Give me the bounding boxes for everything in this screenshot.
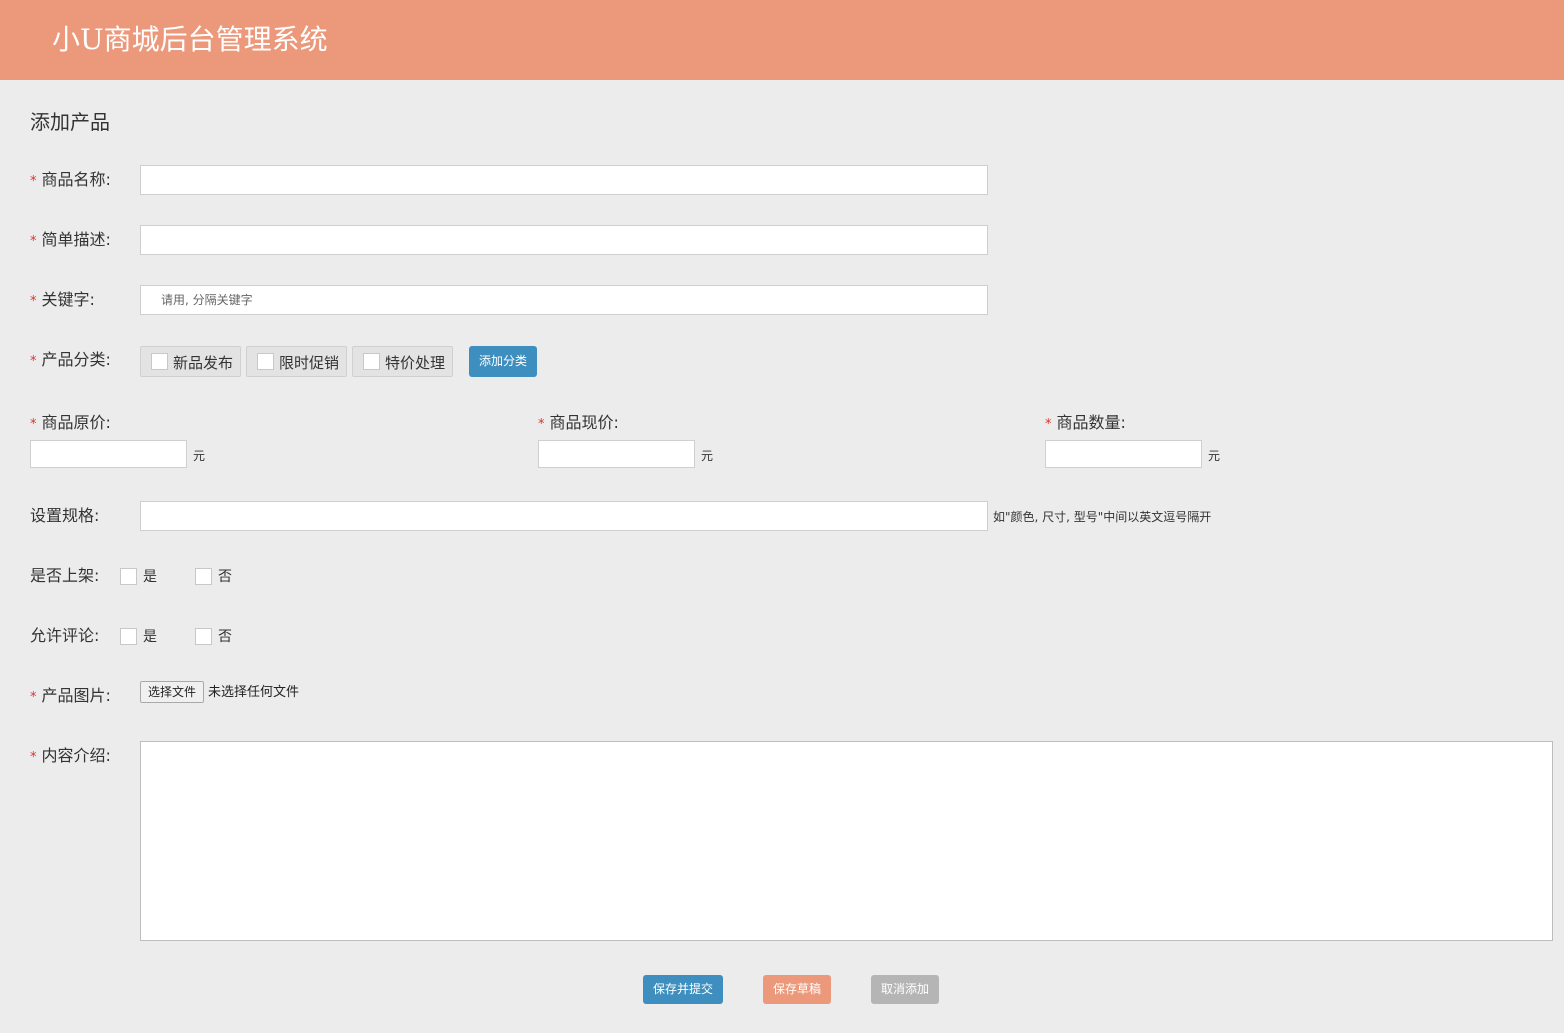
spec-hint: 如"颜色, 尺寸, 型号"中间以英文逗号隔开 bbox=[993, 510, 1212, 524]
current-price-label: * 商品现价: bbox=[538, 413, 619, 432]
page-title: 添加产品 bbox=[30, 110, 110, 134]
current-price-input[interactable] bbox=[538, 440, 695, 468]
comments-label: 允许评论: bbox=[30, 626, 100, 645]
product-name-label: * 商品名称: bbox=[30, 170, 111, 189]
listed-no-checkbox[interactable] bbox=[195, 568, 212, 585]
quantity-input[interactable] bbox=[1045, 440, 1202, 468]
content-label: * 内容介绍: bbox=[30, 746, 111, 765]
product-image-label: * 产品图片: bbox=[30, 686, 111, 705]
add-category-button[interactable]: 添加分类 bbox=[469, 346, 537, 377]
cancel-add-button[interactable]: 取消添加 bbox=[871, 975, 939, 1004]
original-price-input[interactable] bbox=[30, 440, 187, 468]
listed-label: 是否上架: bbox=[30, 566, 100, 585]
required-mark: * bbox=[30, 417, 37, 432]
spec-input[interactable] bbox=[140, 501, 988, 531]
category-option-new[interactable]: 新品发布 bbox=[140, 346, 241, 377]
required-mark: * bbox=[1045, 417, 1052, 432]
category-option-label: 新品发布 bbox=[173, 354, 234, 372]
keywords-input[interactable] bbox=[140, 285, 988, 315]
currency-unit: 元 bbox=[1208, 449, 1221, 463]
keywords-label: * 关键字: bbox=[30, 290, 95, 309]
listed-yes-label: 是 bbox=[143, 569, 157, 585]
app-title: 小U商城后台管理系统 bbox=[52, 23, 328, 56]
category-label: * 产品分类: bbox=[30, 350, 111, 369]
category-option-promo[interactable]: 限时促销 bbox=[246, 346, 347, 377]
file-status-text: 未选择任何文件 bbox=[208, 685, 300, 700]
quantity-label: * 商品数量: bbox=[1045, 413, 1126, 432]
content-textarea[interactable] bbox=[140, 741, 1553, 941]
short-description-input[interactable] bbox=[140, 225, 988, 255]
required-mark: * bbox=[30, 354, 37, 369]
category-option-special[interactable]: 特价处理 bbox=[352, 346, 453, 377]
currency-unit: 元 bbox=[193, 449, 206, 463]
product-name-input[interactable] bbox=[140, 165, 988, 195]
category-option-label: 限时促销 bbox=[279, 354, 340, 372]
comments-no-checkbox[interactable] bbox=[195, 628, 212, 645]
listed-yes-checkbox[interactable] bbox=[120, 568, 137, 585]
required-mark: * bbox=[30, 690, 37, 705]
category-checkbox[interactable] bbox=[363, 353, 380, 370]
spec-label: 设置规格: bbox=[30, 506, 100, 525]
required-mark: * bbox=[30, 234, 37, 249]
comments-yes-checkbox[interactable] bbox=[120, 628, 137, 645]
choose-file-button[interactable]: 选择文件 bbox=[140, 681, 204, 703]
required-mark: * bbox=[30, 174, 37, 189]
comments-no-label: 否 bbox=[218, 629, 232, 645]
category-option-label: 特价处理 bbox=[385, 354, 446, 372]
comments-yes-label: 是 bbox=[143, 629, 157, 645]
currency-unit: 元 bbox=[701, 449, 714, 463]
save-draft-button[interactable]: 保存草稿 bbox=[763, 975, 831, 1004]
listed-no-label: 否 bbox=[218, 569, 232, 585]
save-submit-button[interactable]: 保存并提交 bbox=[643, 975, 723, 1004]
required-mark: * bbox=[30, 294, 37, 309]
category-checkbox[interactable] bbox=[257, 353, 274, 370]
required-mark: * bbox=[538, 417, 545, 432]
short-description-label: * 简单描述: bbox=[30, 230, 111, 249]
original-price-label: * 商品原价: bbox=[30, 413, 111, 432]
category-checkbox[interactable] bbox=[151, 353, 168, 370]
app-header: 小U商城后台管理系统 bbox=[0, 0, 1564, 80]
required-mark: * bbox=[30, 750, 37, 765]
